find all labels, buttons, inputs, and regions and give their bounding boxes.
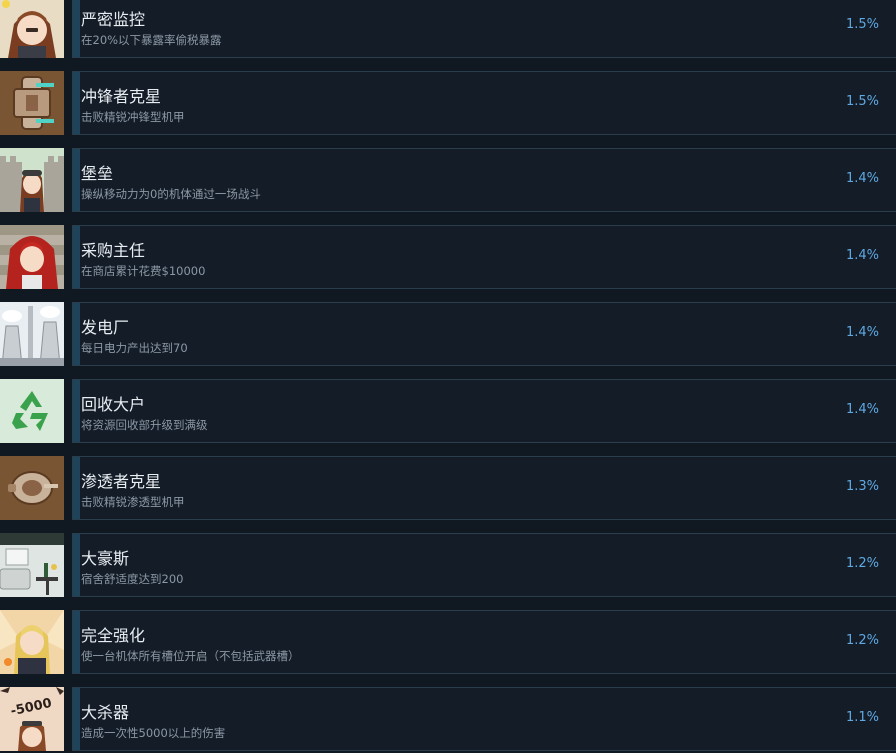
accent-bar [73, 380, 80, 442]
red-hair-girl-icon [0, 225, 64, 289]
recycle-icon [0, 379, 64, 443]
achievement-description: 在商店累计花费$10000 [81, 264, 206, 278]
accent-bar [73, 0, 80, 57]
fortress-girl-icon [0, 148, 64, 212]
achievement-row[interactable]: -5000 大杀器 造成一次性5000以上的伤害 1.1% [0, 687, 896, 751]
accent-bar [73, 72, 80, 134]
blonde-girl-icon [0, 610, 64, 674]
achievement-row[interactable]: 完全强化 使一台机体所有槽位开启（不包括武器槽） 1.2% [0, 610, 896, 674]
accent-bar [73, 149, 80, 211]
achievement-row[interactable]: 堡垒 操纵移动力为0的机体通过一场战斗 1.4% [0, 148, 896, 212]
unlock-percentage: 1.5% [845, 94, 879, 109]
achievement-description: 宿舍舒适度达到200 [81, 572, 184, 586]
unlock-percentage: 1.3% [845, 479, 879, 494]
achievement-panel: 堡垒 操纵移动力为0的机体通过一场战斗 1.4% [72, 148, 896, 212]
damage-5000-icon: -5000 [0, 687, 64, 751]
accent-bar [73, 611, 80, 673]
accent-bar [73, 226, 80, 288]
achievement-title: 大豪斯 [81, 549, 130, 568]
achievement-row[interactable]: 采购主任 在商店累计花费$10000 1.4% [0, 225, 896, 289]
achievement-title: 完全强化 [81, 626, 146, 645]
accent-bar [73, 303, 80, 365]
achievement-row[interactable]: 严密监控 在20%以下暴露率偷税暴露 1.5% [0, 0, 896, 58]
achievement-title: 大杀器 [81, 703, 130, 722]
unlock-percentage: 1.5% [845, 17, 879, 32]
unlock-percentage: 1.4% [845, 402, 879, 417]
power-plant-icon [0, 302, 64, 366]
achievement-row[interactable]: 发电厂 每日电力产出达到70 1.4% [0, 302, 896, 366]
unlock-percentage: 1.4% [845, 325, 879, 340]
unlock-percentage: 1.1% [845, 710, 879, 725]
unlock-percentage: 1.4% [845, 248, 879, 263]
achievement-row[interactable]: 回收大户 将资源回收部升级到满级 1.4% [0, 379, 896, 443]
accent-bar [73, 688, 80, 750]
achievement-title: 严密监控 [81, 10, 146, 29]
achievement-row[interactable]: 冲锋者克星 击败精锐冲锋型机甲 1.5% [0, 71, 896, 135]
achievement-list: 严密监控 在20%以下暴露率偷税暴露 1.5% 冲锋者克星 击败精锐冲锋型机甲 … [0, 0, 896, 753]
girl-camera-icon [0, 0, 64, 58]
achievement-panel: 大豪斯 宿舍舒适度达到200 1.2% [72, 533, 896, 597]
achievement-panel: 冲锋者克星 击败精锐冲锋型机甲 1.5% [72, 71, 896, 135]
achievement-description: 使一台机体所有槽位开启（不包括武器槽） [81, 649, 300, 663]
achievement-title: 发电厂 [81, 318, 130, 337]
achievement-panel: 完全强化 使一台机体所有槽位开启（不包括武器槽） 1.2% [72, 610, 896, 674]
achievement-title: 堡垒 [81, 164, 114, 183]
achievement-title: 采购主任 [81, 241, 146, 260]
achievement-title: 冲锋者克星 [81, 87, 162, 106]
achievement-description: 在20%以下暴露率偷税暴露 [81, 33, 222, 47]
achievement-description: 每日电力产出达到70 [81, 341, 188, 355]
infiltrator-mech-icon [0, 456, 64, 520]
achievement-description: 将资源回收部升级到满级 [81, 418, 208, 432]
unlock-percentage: 1.2% [845, 556, 879, 571]
accent-bar [73, 457, 80, 519]
achievement-panel: 渗透者克星 击败精锐渗透型机甲 1.3% [72, 456, 896, 520]
achievement-description: 造成一次性5000以上的伤害 [81, 726, 226, 740]
achievement-panel: 回收大户 将资源回收部升级到满级 1.4% [72, 379, 896, 443]
achievement-title: 回收大户 [81, 395, 146, 414]
achievement-description: 击败精锐渗透型机甲 [81, 495, 185, 509]
achievement-row[interactable]: 大豪斯 宿舍舒适度达到200 1.2% [0, 533, 896, 597]
achievement-title: 渗透者克星 [81, 472, 162, 491]
achievement-panel: 大杀器 造成一次性5000以上的伤害 1.1% [72, 687, 896, 751]
dorm-room-icon [0, 533, 64, 597]
achievement-panel: 严密监控 在20%以下暴露率偷税暴露 1.5% [72, 0, 896, 58]
achievement-description: 操纵移动力为0的机体通过一场战斗 [81, 187, 261, 201]
unlock-percentage: 1.4% [845, 171, 879, 186]
unlock-percentage: 1.2% [845, 633, 879, 648]
achievement-panel: 采购主任 在商店累计花费$10000 1.4% [72, 225, 896, 289]
achievement-row[interactable]: 渗透者克星 击败精锐渗透型机甲 1.3% [0, 456, 896, 520]
accent-bar [73, 534, 80, 596]
achievement-description: 击败精锐冲锋型机甲 [81, 110, 185, 124]
achievement-panel: 发电厂 每日电力产出达到70 1.4% [72, 302, 896, 366]
charger-mech-icon [0, 71, 64, 135]
